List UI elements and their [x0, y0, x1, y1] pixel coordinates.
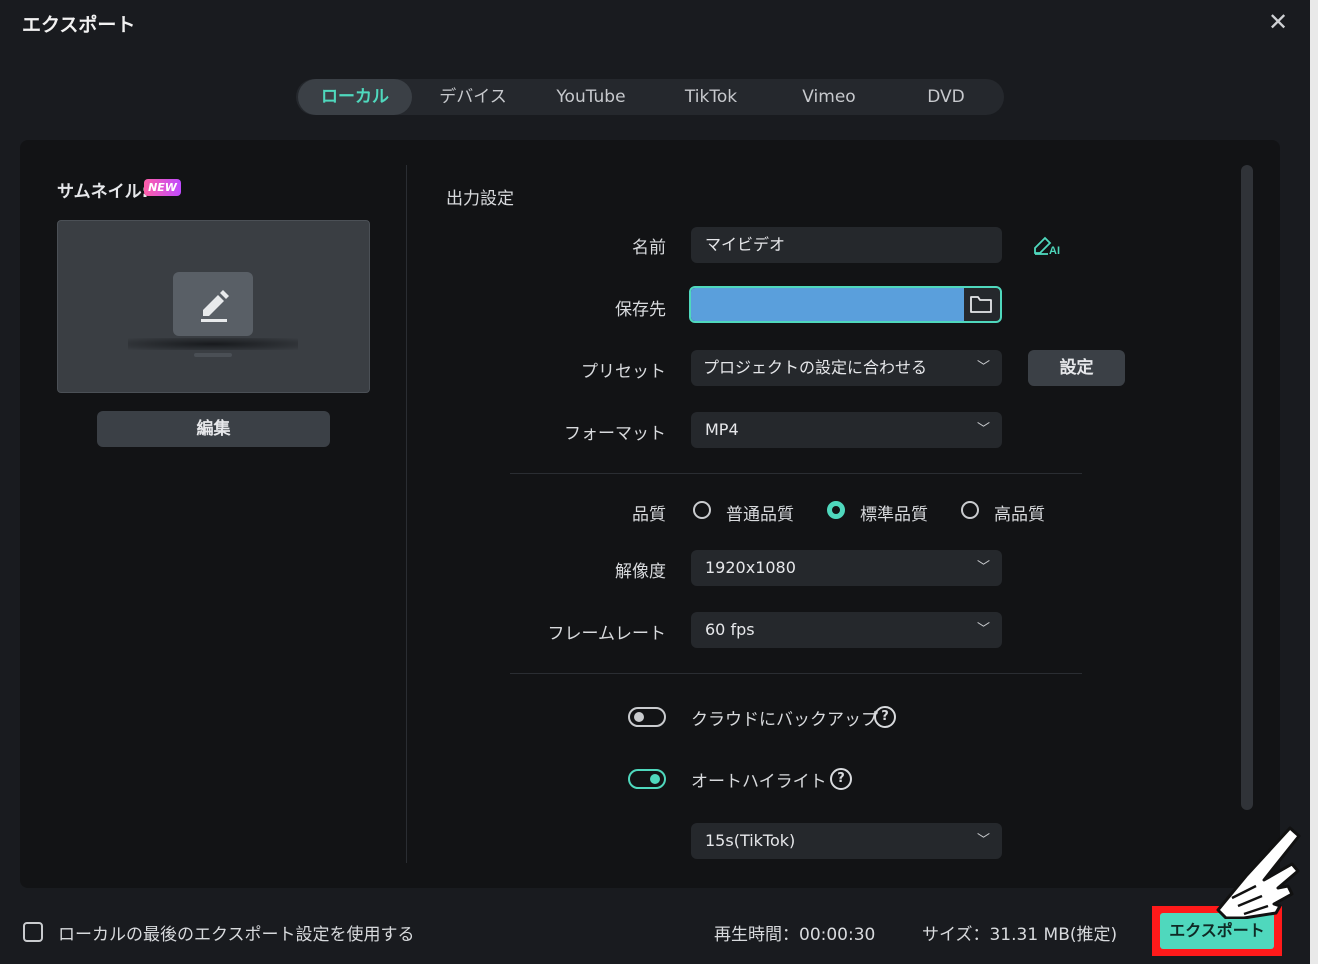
chevron-down-icon: ﹀	[976, 422, 990, 437]
save-location-redacted	[691, 288, 964, 321]
tab-local[interactable]: ローカル	[298, 79, 412, 115]
save-location-field[interactable]	[689, 286, 1002, 323]
background-edge	[1310, 0, 1318, 964]
ai-rename-icon[interactable]: AI	[1032, 233, 1066, 257]
cloud-backup-label: クラウドにバックアップ	[691, 710, 878, 730]
thumbnail-preview[interactable]	[57, 220, 370, 393]
format-select[interactable]: MP4 ﹀	[691, 412, 1002, 448]
separator	[510, 673, 1082, 674]
separator	[510, 473, 1082, 474]
close-icon[interactable]: ✕	[1264, 8, 1292, 36]
resolution-label: 解像度	[615, 562, 666, 582]
dialog-title: エクスポート	[22, 14, 136, 36]
thumbnail-label: サムネイル:	[57, 182, 149, 202]
tab-device[interactable]: デバイス	[418, 79, 528, 115]
save-location-label: 保存先	[615, 300, 666, 320]
use-last-settings-checkbox[interactable]	[23, 922, 43, 942]
cloud-backup-toggle[interactable]	[628, 707, 666, 727]
resolution-select[interactable]: 1920x1080 ﹀	[691, 550, 1002, 586]
svg-text:AI: AI	[1049, 245, 1060, 257]
new-badge: NEW	[144, 179, 181, 196]
pencil-icon	[173, 272, 253, 336]
preset-label: プリセット	[581, 362, 666, 382]
help-icon[interactable]: ?	[830, 768, 852, 790]
name-input[interactable]: マイビデオ	[691, 227, 1002, 263]
size-text: サイズ：31.31 MB(推定)	[922, 925, 1118, 945]
chevron-down-icon: ﹀	[976, 560, 990, 575]
tab-tiktok[interactable]: TikTok	[656, 79, 766, 115]
tab-vimeo[interactable]: Vimeo	[774, 79, 884, 115]
framerate-select[interactable]: 60 fps ﹀	[691, 612, 1002, 648]
tab-dvd[interactable]: DVD	[891, 79, 1001, 115]
help-icon[interactable]: ?	[874, 706, 896, 728]
preset-settings-button[interactable]: 設定	[1028, 350, 1125, 386]
pointing-hand-icon	[1196, 824, 1306, 920]
auto-highlight-toggle[interactable]	[628, 769, 666, 789]
chevron-down-icon: ﹀	[976, 360, 990, 375]
output-settings-title: 出力設定	[446, 189, 514, 209]
format-label: フォーマット	[564, 424, 666, 444]
folder-icon[interactable]	[969, 293, 993, 315]
quality-label: 品質	[632, 505, 666, 525]
export-dialog: エクスポート ✕ ローカル デバイス YouTube TikTok Vimeo …	[0, 0, 1310, 964]
framerate-label: フレームレート	[547, 624, 667, 644]
name-label: 名前	[632, 238, 666, 258]
highlight-duration-select[interactable]: 15s(TikTok) ﹀	[691, 823, 1002, 859]
duration-text: 再生時間：00:00:30	[714, 925, 876, 945]
edit-thumbnail-button[interactable]: 編集	[97, 411, 330, 447]
auto-highlight-label: オートハイライト	[691, 772, 827, 792]
destination-tabs: ローカル デバイス YouTube TikTok Vimeo DVD	[296, 79, 1004, 115]
scrollbar[interactable]	[1241, 165, 1253, 810]
preset-select[interactable]: プロジェクトの設定に合わせる ﹀	[691, 350, 1002, 386]
chevron-down-icon: ﹀	[976, 622, 990, 637]
chevron-down-icon: ﹀	[976, 833, 990, 848]
tab-youtube[interactable]: YouTube	[536, 79, 646, 115]
use-last-settings-label: ローカルの最後のエクスポート設定を使用する	[58, 925, 415, 945]
panel-divider	[406, 165, 407, 863]
